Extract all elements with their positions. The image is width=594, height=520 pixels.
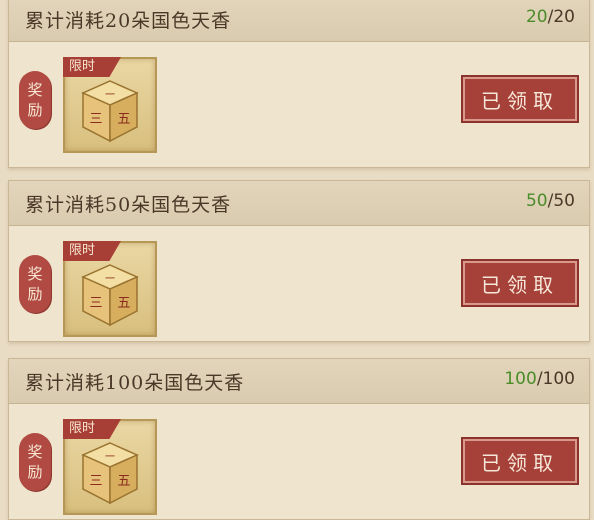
reward-item-slot[interactable]: 一 三 五 限时 bbox=[63, 57, 157, 153]
dice-face-right: 五 bbox=[117, 112, 130, 127]
dice-icon: 一 三 五 bbox=[81, 80, 139, 143]
reward-tag: 奖 励 bbox=[19, 433, 51, 491]
progress-current: 20 bbox=[525, 7, 548, 27]
task-card: 累计消耗20朵国色天香 20/20 奖 励 一 三 五 限时 已领取 bbox=[8, 0, 590, 168]
dice-face-top: 一 bbox=[105, 452, 115, 463]
reward-tag-char: 励 bbox=[27, 101, 43, 119]
limited-tag: 限时 bbox=[63, 241, 121, 261]
dice-face-left: 三 bbox=[89, 474, 102, 489]
task-card: 累计消耗100朵国色天香 100/100 奖 励 一 三 五 限时 已领取 bbox=[8, 358, 590, 520]
dice-icon: 一 三 五 bbox=[81, 442, 139, 505]
progress-total: 20 bbox=[553, 7, 575, 27]
reward-tag-char: 奖 bbox=[27, 81, 43, 99]
task-header: 累计消耗100朵国色天香 100/100 bbox=[9, 359, 589, 404]
task-title: 累计消耗50朵国色天香 bbox=[25, 194, 232, 216]
claimed-button[interactable]: 已领取 bbox=[461, 437, 579, 485]
progress-current: 50 bbox=[525, 191, 548, 211]
reward-item-slot[interactable]: 一 三 五 限时 bbox=[63, 241, 157, 337]
progress-total: 50 bbox=[553, 191, 575, 211]
dice-face-left: 三 bbox=[89, 112, 102, 127]
task-title: 累计消耗100朵国色天香 bbox=[25, 372, 245, 394]
reward-item-slot[interactable]: 一 三 五 限时 bbox=[63, 419, 157, 515]
reward-tag: 奖 励 bbox=[19, 255, 51, 313]
task-progress: 20/20 bbox=[526, 7, 575, 27]
progress-current: 100 bbox=[504, 369, 537, 389]
progress-total: 100 bbox=[542, 369, 575, 389]
task-header: 累计消耗50朵国色天香 50/50 bbox=[9, 181, 589, 226]
claimed-button[interactable]: 已领取 bbox=[461, 75, 579, 123]
task-title: 累计消耗20朵国色天香 bbox=[25, 10, 232, 32]
task-progress: 100/100 bbox=[504, 369, 575, 389]
dice-icon: 一 三 五 bbox=[81, 264, 139, 327]
reward-tag: 奖 励 bbox=[19, 71, 51, 129]
dice-face-top: 一 bbox=[105, 274, 115, 285]
reward-tag-char: 奖 bbox=[27, 265, 43, 283]
task-progress: 50/50 bbox=[526, 191, 575, 211]
limited-tag: 限时 bbox=[63, 57, 121, 77]
dice-face-right: 五 bbox=[117, 474, 130, 489]
task-card: 累计消耗50朵国色天香 50/50 奖 励 一 三 五 限时 已领取 bbox=[8, 180, 590, 342]
dice-face-top: 一 bbox=[105, 90, 115, 101]
reward-tag-char: 励 bbox=[27, 285, 43, 303]
reward-tag-char: 励 bbox=[27, 463, 43, 481]
limited-tag: 限时 bbox=[63, 419, 121, 439]
claimed-button[interactable]: 已领取 bbox=[461, 259, 579, 307]
task-header: 累计消耗20朵国色天香 20/20 bbox=[9, 0, 589, 42]
reward-tag-char: 奖 bbox=[27, 443, 43, 461]
dice-face-right: 五 bbox=[117, 296, 130, 311]
dice-face-left: 三 bbox=[89, 296, 102, 311]
